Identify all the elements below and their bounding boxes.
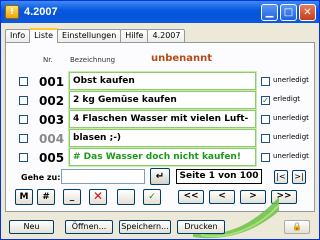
goto-label: Gehe zu: xyxy=(21,173,61,182)
m-button[interactable]: M xyxy=(15,189,33,205)
item-text-field[interactable]: blasen ;-) xyxy=(69,129,256,147)
tab-hilfe[interactable]: Hilfe xyxy=(120,29,149,43)
window-title: 4.2007 xyxy=(24,6,58,18)
done-label: unerledigt xyxy=(273,76,309,84)
item-number: 005 xyxy=(39,151,65,165)
list-item: 003 4 Flaschen Wasser mit vielen Luft- u… xyxy=(6,110,314,128)
list-item: 004 blasen ;-) unerledigt xyxy=(6,129,314,147)
open-button[interactable]: Öffnen... xyxy=(65,220,113,234)
item-text-field[interactable]: # Das Wasser doch nicht kaufen! xyxy=(69,148,256,166)
goto-enter-button[interactable]: ↵ xyxy=(150,168,170,185)
first-page-button[interactable]: |< xyxy=(274,170,288,184)
title-bar[interactable]: ! 4.2007 ▁ □ ✕ xyxy=(1,1,319,23)
check-button[interactable]: ✓ xyxy=(143,189,161,205)
row-select-checkbox[interactable] xyxy=(19,77,28,86)
row-select-checkbox[interactable] xyxy=(19,96,28,105)
done-checkbox-checked[interactable]: ✓ xyxy=(261,96,270,105)
done-label: unerledigt xyxy=(273,152,309,160)
maximize-button[interactable]: □ xyxy=(280,3,297,21)
underscore-button[interactable]: _ xyxy=(63,189,81,205)
row-select-checkbox[interactable] xyxy=(19,153,28,162)
list-item: 005 # Das Wasser doch nicht kaufen! uner… xyxy=(6,148,314,166)
item-number: 001 xyxy=(39,75,65,89)
item-text-field[interactable]: 4 Flaschen Wasser mit vielen Luft- xyxy=(69,110,256,128)
app-icon: ! xyxy=(5,5,19,19)
uncheck-button[interactable] xyxy=(117,189,135,205)
item-number: 002 xyxy=(39,94,65,108)
page-indicator: Seite 1 von 100 xyxy=(176,169,262,184)
column-header-bezeichnung: Bezeichnung xyxy=(70,56,116,64)
list-name: unbenannt xyxy=(151,53,213,64)
item-text-field[interactable]: 2 kg Gemüse kaufen xyxy=(69,91,256,109)
print-button[interactable]: Drucken xyxy=(177,220,225,234)
save-button[interactable]: Speichern... xyxy=(119,220,171,234)
new-button[interactable]: Neu xyxy=(9,220,54,234)
item-text-field[interactable]: Obst kaufen xyxy=(69,72,256,90)
tab-info[interactable]: Info xyxy=(5,29,31,43)
done-label: erledigt xyxy=(273,95,301,103)
column-header-nr: Nr. xyxy=(43,56,53,64)
tab-bar: Info Liste Einstellungen Hilfe 4.2007 xyxy=(5,28,186,43)
tab-einstellungen[interactable]: Einstellungen xyxy=(57,29,122,43)
list-item: 002 2 kg Gemüse kaufen ✓ erledigt xyxy=(6,91,314,109)
item-number: 003 xyxy=(39,113,65,127)
delete-button[interactable]: ✕ xyxy=(89,189,107,205)
tab-liste[interactable]: Liste xyxy=(29,28,59,43)
done-checkbox[interactable] xyxy=(261,134,270,143)
row-select-checkbox[interactable] xyxy=(19,115,28,124)
done-checkbox[interactable] xyxy=(261,153,270,162)
bottom-toolbar: Neu Öffnen... Speichern... Drucken 🔒 xyxy=(1,217,319,239)
row-select-checkbox[interactable] xyxy=(19,134,28,143)
list-item: 001 Obst kaufen unerledigt xyxy=(6,72,314,90)
minimize-button[interactable]: ▁ xyxy=(261,3,278,21)
done-checkbox[interactable] xyxy=(261,115,270,124)
item-number: 004 xyxy=(39,132,65,146)
last-page-button[interactable]: >| xyxy=(292,170,306,184)
tab-version[interactable]: 4.2007 xyxy=(147,29,186,43)
app-window: ! 4.2007 ▁ □ ✕ Info Liste Einstellungen … xyxy=(0,0,320,240)
done-label: unerledigt xyxy=(273,114,309,122)
done-checkbox[interactable] xyxy=(261,77,270,86)
done-label: unerledigt xyxy=(273,133,309,141)
lock-button[interactable]: 🔒 xyxy=(284,220,310,234)
lock-icon: 🔒 xyxy=(292,222,302,231)
hash-button[interactable]: # xyxy=(37,189,55,205)
close-button[interactable]: ✕ xyxy=(299,3,316,21)
list-panel: Nr. Bezeichnung unbenannt 001 Obst kaufe… xyxy=(5,42,315,212)
goto-input[interactable] xyxy=(61,169,145,184)
